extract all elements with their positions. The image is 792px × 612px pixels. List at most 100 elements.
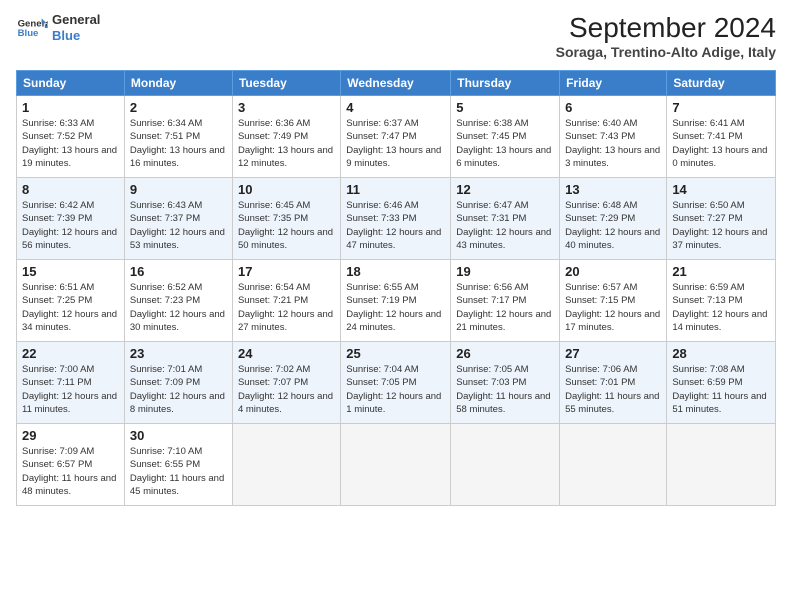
calendar-cell: 5 Sunrise: 6:38 AMSunset: 7:45 PMDaylight… — [451, 96, 560, 178]
calendar-table: SundayMondayTuesdayWednesdayThursdayFrid… — [16, 70, 776, 506]
calendar-cell: 9 Sunrise: 6:43 AMSunset: 7:37 PMDaylight… — [124, 178, 232, 260]
calendar-row-5: 29 Sunrise: 7:09 AMSunset: 6:57 PMDayligh… — [17, 424, 776, 506]
logo: General Blue General Blue — [16, 12, 100, 44]
day-number: 2 — [130, 100, 227, 115]
calendar-cell: 8 Sunrise: 6:42 AMSunset: 7:39 PMDaylight… — [17, 178, 125, 260]
weekday-header-saturday: Saturday — [667, 71, 776, 96]
day-number: 7 — [672, 100, 770, 115]
day-number: 8 — [22, 182, 119, 197]
day-number: 30 — [130, 428, 227, 443]
calendar-cell: 7 Sunrise: 6:41 AMSunset: 7:41 PMDaylight… — [667, 96, 776, 178]
day-number: 15 — [22, 264, 119, 279]
calendar-cell: 12 Sunrise: 6:47 AMSunset: 7:31 PMDayligh… — [451, 178, 560, 260]
calendar-row-2: 8 Sunrise: 6:42 AMSunset: 7:39 PMDaylight… — [17, 178, 776, 260]
day-info: Sunrise: 6:41 AMSunset: 7:41 PMDaylight:… — [672, 117, 770, 170]
day-number: 10 — [238, 182, 335, 197]
calendar-cell: 20Sunrise: 6:57 AMSunset: 7:15 PMDayligh… — [560, 260, 667, 342]
day-info: Sunrise: 6:55 AMSunset: 7:19 PMDaylight:… — [346, 281, 445, 334]
logo-text: General Blue — [52, 12, 100, 43]
calendar-cell: 13Sunrise: 6:48 AMSunset: 7:29 PMDayligh… — [560, 178, 667, 260]
day-number: 29 — [22, 428, 119, 443]
weekday-header-friday: Friday — [560, 71, 667, 96]
calendar-cell: 18 Sunrise: 6:55 AMSunset: 7:19 PMDayligh… — [341, 260, 451, 342]
day-info: Sunrise: 6:43 AMSunset: 7:37 PMDaylight:… — [130, 199, 227, 252]
day-number: 3 — [238, 100, 335, 115]
calendar-cell: 2Sunrise: 6:34 AMSunset: 7:51 PMDaylight… — [124, 96, 232, 178]
calendar-row-3: 15 Sunrise: 6:51 AMSunset: 7:25 PMDayligh… — [17, 260, 776, 342]
day-number: 5 — [456, 100, 554, 115]
day-number: 27 — [565, 346, 661, 361]
calendar-cell: 16 Sunrise: 6:52 AMSunset: 7:23 PMDayligh… — [124, 260, 232, 342]
day-number: 19 — [456, 264, 554, 279]
day-number: 21 — [672, 264, 770, 279]
day-info: Sunrise: 6:40 AMSunset: 7:43 PMDaylight:… — [565, 117, 661, 170]
day-number: 14 — [672, 182, 770, 197]
calendar-cell: 6 Sunrise: 6:40 AMSunset: 7:43 PMDaylight… — [560, 96, 667, 178]
weekday-header-thursday: Thursday — [451, 71, 560, 96]
day-number: 26 — [456, 346, 554, 361]
day-number: 25 — [346, 346, 445, 361]
day-number: 18 — [346, 264, 445, 279]
day-number: 22 — [22, 346, 119, 361]
calendar-cell: 27Sunrise: 7:06 AMSunset: 7:01 PMDayligh… — [560, 342, 667, 424]
day-number: 4 — [346, 100, 445, 115]
calendar-cell: 21 Sunrise: 6:59 AMSunset: 7:13 PMDayligh… — [667, 260, 776, 342]
day-number: 28 — [672, 346, 770, 361]
day-info: Sunrise: 6:36 AMSunset: 7:49 PMDaylight:… — [238, 117, 335, 170]
location-title: Soraga, Trentino-Alto Adige, Italy — [556, 44, 776, 60]
day-number: 6 — [565, 100, 661, 115]
day-info: Sunrise: 7:01 AMSunset: 7:09 PMDaylight:… — [130, 363, 227, 416]
weekday-header-monday: Monday — [124, 71, 232, 96]
day-info: Sunrise: 6:57 AMSunset: 7:15 PMDaylight:… — [565, 281, 661, 334]
day-number: 24 — [238, 346, 335, 361]
day-info: Sunrise: 7:00 AMSunset: 7:11 PMDaylight:… — [22, 363, 119, 416]
day-info: Sunrise: 6:56 AMSunset: 7:17 PMDaylight:… — [456, 281, 554, 334]
calendar-cell: 17Sunrise: 6:54 AMSunset: 7:21 PMDayligh… — [232, 260, 340, 342]
title-block: September 2024 Soraga, Trentino-Alto Adi… — [556, 12, 776, 60]
day-info: Sunrise: 7:09 AMSunset: 6:57 PMDaylight:… — [22, 445, 119, 498]
day-info: Sunrise: 7:02 AMSunset: 7:07 PMDaylight:… — [238, 363, 335, 416]
calendar-row-4: 22 Sunrise: 7:00 AMSunset: 7:11 PMDayligh… — [17, 342, 776, 424]
day-number: 1 — [22, 100, 119, 115]
day-info: Sunrise: 7:04 AMSunset: 7:05 PMDaylight:… — [346, 363, 445, 416]
calendar-cell — [232, 424, 340, 506]
weekday-header-tuesday: Tuesday — [232, 71, 340, 96]
calendar-cell — [667, 424, 776, 506]
calendar-cell: 22 Sunrise: 7:00 AMSunset: 7:11 PMDayligh… — [17, 342, 125, 424]
day-info: Sunrise: 6:59 AMSunset: 7:13 PMDaylight:… — [672, 281, 770, 334]
calendar-cell: 29 Sunrise: 7:09 AMSunset: 6:57 PMDayligh… — [17, 424, 125, 506]
svg-text:Blue: Blue — [18, 28, 39, 39]
weekday-header-wednesday: Wednesday — [341, 71, 451, 96]
day-number: 11 — [346, 182, 445, 197]
calendar-cell: 15 Sunrise: 6:51 AMSunset: 7:25 PMDayligh… — [17, 260, 125, 342]
calendar-cell: 1 Sunrise: 6:33 AMSunset: 7:52 PMDaylight… — [17, 96, 125, 178]
calendar-cell — [341, 424, 451, 506]
day-number: 9 — [130, 182, 227, 197]
calendar-cell: 19 Sunrise: 6:56 AMSunset: 7:17 PMDayligh… — [451, 260, 560, 342]
day-info: Sunrise: 6:38 AMSunset: 7:45 PMDaylight:… — [456, 117, 554, 170]
day-info: Sunrise: 6:50 AMSunset: 7:27 PMDaylight:… — [672, 199, 770, 252]
calendar-cell: 23Sunrise: 7:01 AMSunset: 7:09 PMDayligh… — [124, 342, 232, 424]
weekday-header-sunday: Sunday — [17, 71, 125, 96]
calendar-cell: 3 Sunrise: 6:36 AMSunset: 7:49 PMDaylight… — [232, 96, 340, 178]
day-number: 16 — [130, 264, 227, 279]
calendar-cell — [560, 424, 667, 506]
day-info: Sunrise: 7:08 AMSunset: 6:59 PMDaylight:… — [672, 363, 770, 416]
header: General Blue General Blue September 2024… — [16, 12, 776, 60]
calendar-row-1: 1 Sunrise: 6:33 AMSunset: 7:52 PMDaylight… — [17, 96, 776, 178]
calendar-cell: 10 Sunrise: 6:45 AMSunset: 7:35 PMDayligh… — [232, 178, 340, 260]
day-info: Sunrise: 6:47 AMSunset: 7:31 PMDaylight:… — [456, 199, 554, 252]
day-info: Sunrise: 6:45 AMSunset: 7:35 PMDaylight:… — [238, 199, 335, 252]
page: General Blue General Blue September 2024… — [0, 0, 792, 612]
day-number: 12 — [456, 182, 554, 197]
calendar-cell — [451, 424, 560, 506]
day-info: Sunrise: 6:51 AMSunset: 7:25 PMDaylight:… — [22, 281, 119, 334]
day-info: Sunrise: 6:52 AMSunset: 7:23 PMDaylight:… — [130, 281, 227, 334]
calendar-cell: 26Sunrise: 7:05 AMSunset: 7:03 PMDayligh… — [451, 342, 560, 424]
month-title: September 2024 — [556, 12, 776, 44]
day-info: Sunrise: 6:33 AMSunset: 7:52 PMDaylight:… — [22, 117, 119, 170]
day-info: Sunrise: 6:54 AMSunset: 7:21 PMDaylight:… — [238, 281, 335, 334]
calendar-cell: 11Sunrise: 6:46 AMSunset: 7:33 PMDayligh… — [341, 178, 451, 260]
day-info: Sunrise: 6:48 AMSunset: 7:29 PMDaylight:… — [565, 199, 661, 252]
day-info: Sunrise: 6:42 AMSunset: 7:39 PMDaylight:… — [22, 199, 119, 252]
